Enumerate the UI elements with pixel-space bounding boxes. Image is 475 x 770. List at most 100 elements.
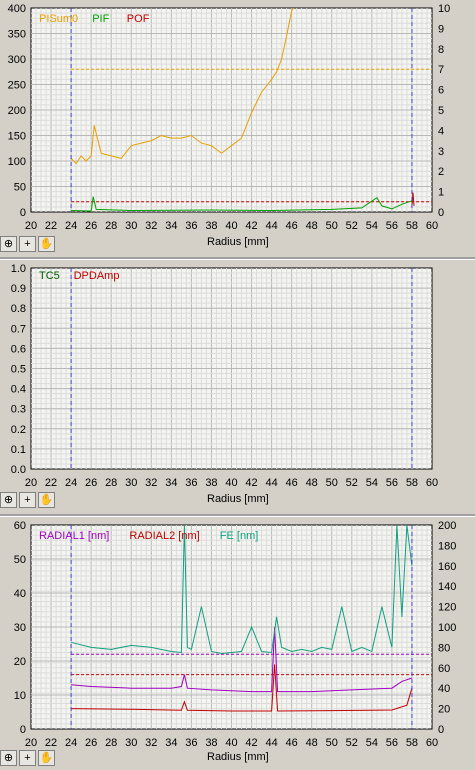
y2-tick-label: 160	[438, 561, 456, 573]
x-tick-label: 20	[25, 477, 37, 489]
x-tick-label: 32	[145, 477, 157, 489]
legend-item: DPDAmp	[74, 270, 120, 282]
y-tick-label: 350	[8, 29, 26, 41]
x-tick-label: 58	[406, 737, 418, 749]
legend-item: FE [nm]	[220, 530, 259, 542]
x-tick-label: 58	[406, 220, 418, 232]
x-tick-label: 56	[386, 220, 398, 232]
y2-tick-label: 2	[438, 166, 444, 178]
x-tick-label: 50	[326, 737, 338, 749]
x-tick-label: 36	[185, 737, 197, 749]
x-tick-label: 20	[25, 220, 37, 232]
x-tick-label: 32	[145, 737, 157, 749]
y-tick-label: 1.0	[11, 263, 26, 275]
y-tick-label: 40	[14, 588, 26, 600]
x-tick-label: 48	[306, 737, 318, 749]
x-tick-label: 24	[65, 220, 77, 232]
crosshair-icon[interactable]: +	[19, 492, 36, 508]
x-tick-label: 54	[366, 220, 378, 232]
chart-3-svg[interactable]: 20 22 24 26 28 30 32 34 36 38 40 42 44 46 48 50 52 54 56 58…	[0, 517, 475, 750]
y2-tick-label: 4	[438, 125, 444, 137]
pan-hand-icon[interactable]: ✋	[38, 236, 55, 252]
x-tick-label: 46	[286, 220, 298, 232]
x-tick-label: 34	[165, 737, 177, 749]
legend-item: PIF	[92, 13, 109, 25]
x-tick-label: 44	[265, 477, 277, 489]
crosshair-icon[interactable]: +	[19, 236, 36, 252]
y2-tick-label: 3	[438, 146, 444, 158]
y-tick-label: 0.6	[11, 343, 26, 355]
y2-tick-label: 1	[438, 187, 444, 199]
x-tick-label: 30	[125, 737, 137, 749]
chart-toolbar: ⊕ + ✋	[0, 236, 58, 254]
x-tick-label: 54	[366, 737, 378, 749]
y2-tick-label: 0	[438, 207, 444, 219]
y2-tick-label: 100	[438, 622, 456, 634]
y2-tick-label: 10	[438, 3, 450, 15]
x-tick-label: 48	[306, 220, 318, 232]
zoom-icon[interactable]: ⊕	[0, 236, 17, 252]
y-tick-label: 100	[8, 156, 26, 168]
x-tick-label: 34	[165, 220, 177, 232]
y-tick-label: 50	[14, 182, 26, 194]
y-tick-label: 150	[8, 131, 26, 143]
x-tick-label: 40	[225, 220, 237, 232]
chart-toolbar: ⊕ + ✋	[0, 750, 58, 768]
x-axis-label: Radius [mm]	[207, 751, 269, 763]
x-tick-label: 38	[205, 477, 217, 489]
chart-1-svg[interactable]: 20 22 24 26 28 30 32 34 36 38 40 42 44 46 48 50 52 54 56 58…	[0, 0, 475, 238]
x-tick-label: 46	[286, 737, 298, 749]
y-tick-label: 30	[14, 622, 26, 634]
zoom-icon[interactable]: ⊕	[0, 492, 17, 508]
legend-item: TC5	[39, 270, 60, 282]
y2-tick-label: 120	[438, 602, 456, 614]
y2-tick-label: 200	[438, 520, 456, 532]
y-tick-label: 0.5	[11, 364, 26, 376]
x-tick-label: 20	[25, 737, 37, 749]
legend-item: RADIAL2 [nm]	[129, 530, 199, 542]
x-tick-label: 56	[386, 477, 398, 489]
x-tick-label: 42	[245, 737, 257, 749]
x-tick-label: 36	[185, 220, 197, 232]
y-tick-label: 250	[8, 80, 26, 92]
x-tick-label: 42	[245, 220, 257, 232]
crosshair-icon[interactable]: +	[19, 750, 36, 766]
y-tick-label: 0.4	[11, 384, 26, 396]
x-tick-label: 40	[225, 737, 237, 749]
x-tick-label: 50	[326, 220, 338, 232]
chart-toolbar: ⊕ + ✋	[0, 492, 58, 510]
y-tick-label: 200	[8, 105, 26, 117]
y2-tick-label: 0	[438, 724, 444, 736]
x-tick-label: 58	[406, 477, 418, 489]
x-tick-label: 42	[245, 477, 257, 489]
zoom-icon[interactable]: ⊕	[0, 750, 17, 766]
pan-hand-icon[interactable]: ✋	[38, 750, 55, 766]
y2-tick-label: 60	[438, 663, 450, 675]
x-tick-label: 52	[346, 477, 358, 489]
x-tick-label: 38	[205, 220, 217, 232]
chart-panel-3: 20 22 24 26 28 30 32 34 36 38 40 42 44 46 48 50 52 54 56 58…	[0, 517, 475, 770]
y2-tick-label: 6	[438, 85, 444, 97]
x-tick-label: 26	[85, 220, 97, 232]
y-tick-label: 10	[14, 690, 26, 702]
x-tick-label: 26	[85, 737, 97, 749]
x-tick-label: 22	[45, 477, 57, 489]
x-tick-label: 46	[286, 477, 298, 489]
x-tick-label: 60	[426, 737, 438, 749]
x-tick-label: 22	[45, 220, 57, 232]
chart-2-svg[interactable]: 20 22 24 26 28 30 32 34 36 38 40 42 44 46 48 50 52 54 56 58…	[0, 260, 475, 492]
y-tick-label: 0.7	[11, 323, 26, 335]
y2-tick-label: 7	[438, 64, 444, 76]
y2-tick-label: 8	[438, 44, 444, 56]
y2-tick-label: 9	[438, 23, 444, 35]
x-tick-label: 32	[145, 220, 157, 232]
y-tick-label: 50	[14, 554, 26, 566]
pan-hand-icon[interactable]: ✋	[38, 492, 55, 508]
y-tick-label: 0.3	[11, 404, 26, 416]
legend-item: PISum0	[39, 13, 78, 25]
x-tick-label: 22	[45, 737, 57, 749]
y-tick-label: 60	[14, 520, 26, 532]
y2-tick-label: 40	[438, 683, 450, 695]
y-tick-label: 0.1	[11, 444, 26, 456]
y-tick-label: 0.8	[11, 303, 26, 315]
